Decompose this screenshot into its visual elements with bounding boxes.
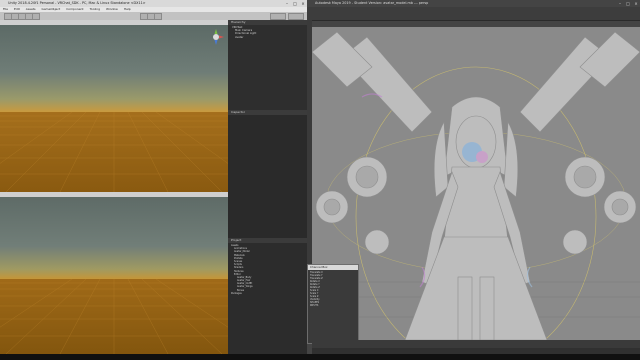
rect-tool-button[interactable] (32, 13, 40, 20)
channel-box-rows: Translate X Translate Y Translate Z Rota… (308, 270, 358, 308)
menu-assets[interactable]: Assets (26, 7, 36, 11)
list-item[interactable]: Avatar (232, 36, 256, 39)
game-grid (0, 279, 228, 354)
hierarchy-tab[interactable]: Hierarchy (228, 20, 307, 25)
menu-file[interactable]: File (3, 7, 8, 11)
maya-titlebar: Autodesk Maya 2019 - Student Version: av… (307, 0, 640, 7)
minimize-icon[interactable]: – (616, 0, 624, 7)
hierarchy-panel: Hierarchy VRCTest Main Camera Directiona… (228, 20, 307, 110)
project-tab[interactable]: Project (228, 238, 307, 243)
minimize-icon[interactable]: – (283, 0, 291, 7)
channel-box[interactable]: Channel Box Translate X Translate Y Tran… (307, 264, 359, 344)
maya-shelf (307, 7, 640, 21)
scene-sky (0, 25, 228, 112)
maximize-icon[interactable]: □ (624, 0, 632, 7)
menu-gameobject[interactable]: GameObject (42, 7, 61, 11)
inspector-panel: Inspector (228, 110, 307, 238)
unity-toolbar (0, 12, 307, 20)
close-icon[interactable]: × (299, 0, 307, 7)
unity-title: Unity 2018.4.20f1 Personal - VRChat_SDK … (8, 1, 146, 5)
project-panel: Project Assets Animations Avatar_Model M… (228, 238, 307, 354)
taskbar (0, 354, 640, 360)
project-list: Assets Animations Avatar_Model Materials… (231, 244, 253, 295)
scene-gizmo-icon[interactable] (208, 29, 224, 45)
game-sky (0, 197, 228, 279)
layers-dropdown[interactable] (270, 13, 286, 20)
menu-tooling[interactable]: Tooling (90, 7, 100, 11)
menu-edit[interactable]: Edit (14, 7, 20, 11)
unity-titlebar: Unity 2018.4.20f1 Personal - VRChat_SDK … (0, 0, 307, 7)
inspector-tab[interactable]: Inspector (228, 110, 307, 115)
menu-component[interactable]: Component (66, 7, 83, 11)
close-icon[interactable]: × (632, 0, 640, 7)
maya-title: Autodesk Maya 2019 - Student Version: av… (315, 1, 429, 5)
unity-window: Unity 2018.4.20f1 Personal - VRChat_SDK … (0, 0, 307, 354)
hierarchy-list: VRCTest Main Camera Directional Light Av… (232, 26, 256, 39)
character-model (312, 31, 640, 340)
maya-viewport[interactable] (312, 27, 640, 340)
scene-view[interactable] (0, 20, 228, 192)
menu-window[interactable]: Window (106, 7, 118, 11)
maya-timeline[interactable] (312, 340, 640, 348)
game-view[interactable] (0, 192, 228, 354)
scene-grid (0, 112, 228, 192)
maximize-icon[interactable]: □ (291, 0, 299, 7)
menu-help[interactable]: Help (124, 7, 131, 11)
list-item[interactable]: Packages (231, 292, 253, 295)
layout-dropdown[interactable] (288, 13, 304, 20)
step-button[interactable] (154, 13, 162, 20)
channel-row[interactable]: INPUTS (310, 304, 356, 307)
